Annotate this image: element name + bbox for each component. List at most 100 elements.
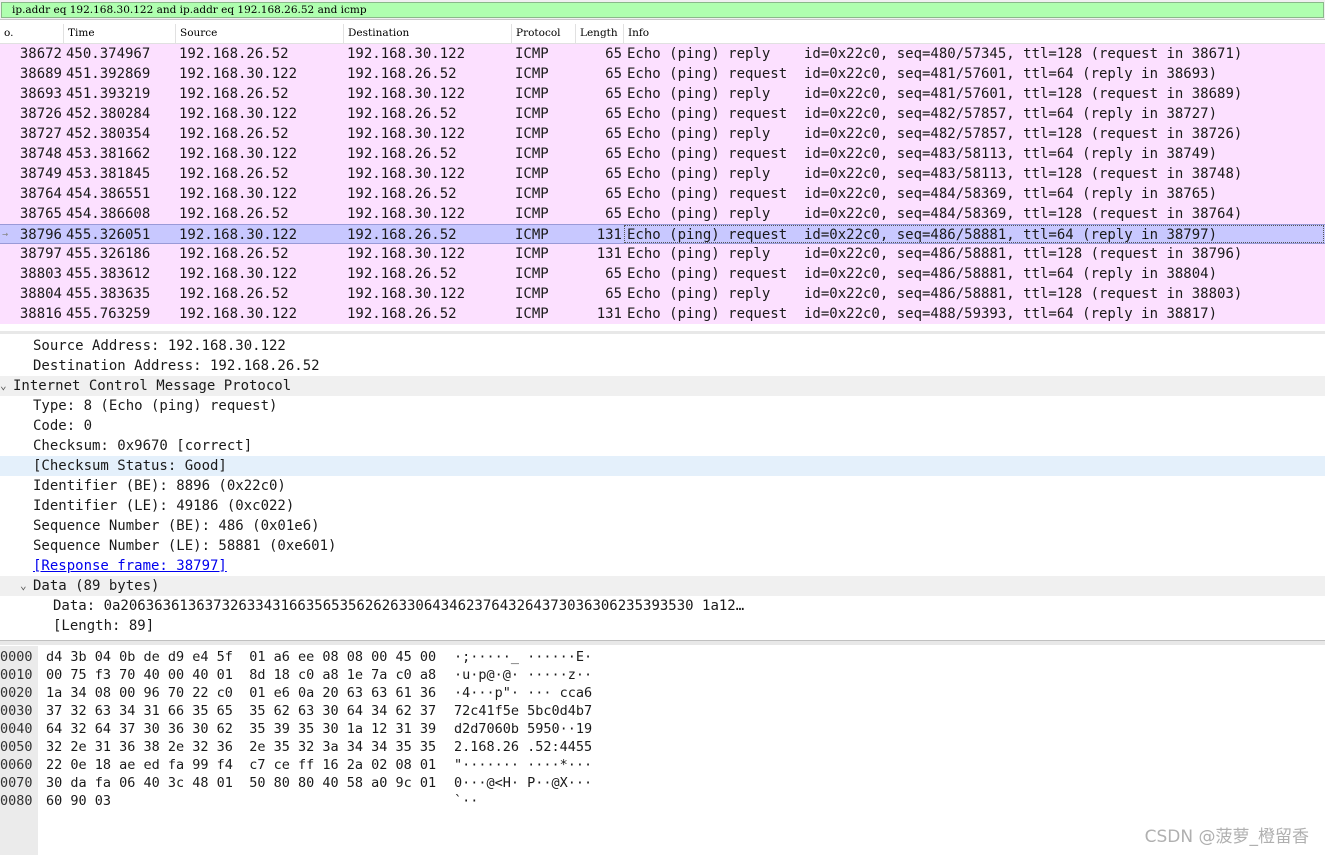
detail-tree-item[interactable]: Checksum: 0x9670 [correct] xyxy=(0,436,1325,456)
detail-tree-item[interactable]: Identifier (BE): 8896 (0x22c0) xyxy=(0,476,1325,496)
cell-destination: 192.168.26.52 xyxy=(347,66,457,82)
cell-time: 451.392869 xyxy=(66,66,151,82)
packet-row[interactable]: 38797 455.326186 192.168.26.52 192.168.30.1… xyxy=(0,244,1325,264)
hex-bytes[interactable]: d4 3b 04 0b de d9 e4 5f 01 a6 ee 08 08 0… xyxy=(46,648,436,666)
cell-source: 192.168.26.52 xyxy=(179,86,289,102)
expand-chevron-icon[interactable]: ⌄ xyxy=(0,376,7,396)
detail-tree-item[interactable]: [Checksum Status: Good] xyxy=(0,456,1325,476)
packet-row[interactable]: 38816 455.763259 192.168.30.122 192.168.26.… xyxy=(0,304,1325,324)
detail-tree-item[interactable]: Sequence Number (BE): 486 (0x01e6) xyxy=(0,516,1325,536)
ascii-bytes[interactable]: 0···@<H· P··@X··· xyxy=(454,774,592,792)
ascii-bytes[interactable]: `·· xyxy=(454,792,478,810)
cell-source: 192.168.26.52 xyxy=(179,46,289,62)
cell-time: 454.386608 xyxy=(66,206,151,222)
detail-tree-item[interactable]: ⌄ Internet Control Message Protocol xyxy=(0,376,1325,396)
column-header-info[interactable]: Info xyxy=(624,24,1325,43)
packet-row-selected[interactable]: → 38796 455.326051 192.168.30.122 192.168.26… xyxy=(0,224,1325,244)
hex-bytes[interactable]: 32 2e 31 36 38 2e 32 36 2e 35 32 3a 34 3… xyxy=(46,738,436,756)
packet-row[interactable]: 38727 452.380354 192.168.26.52 192.168.30.1… xyxy=(0,124,1325,144)
packet-row[interactable]: 38764 454.386551 192.168.30.122 192.168.26.… xyxy=(0,184,1325,204)
cell-protocol: ICMP xyxy=(515,186,549,202)
packet-row[interactable]: 38803 455.383612 192.168.30.122 192.168.26.… xyxy=(0,264,1325,284)
cell-info: Echo (ping) request id=0x22c0, seq=482/5… xyxy=(627,106,1218,122)
pane-splitter[interactable] xyxy=(0,640,1325,645)
detail-text: [Checksum Status: Good] xyxy=(33,458,227,474)
packet-row[interactable]: 38689 451.392869 192.168.30.122 192.168.26.… xyxy=(0,64,1325,84)
column-header-source[interactable]: Source xyxy=(176,24,344,43)
hex-bytes[interactable]: 37 32 63 34 31 66 35 65 35 62 63 30 64 3… xyxy=(46,702,436,720)
cell-protocol: ICMP xyxy=(515,306,549,322)
detail-tree-item[interactable]: Type: 8 (Echo (ping) request) xyxy=(0,396,1325,416)
detail-text: Checksum: 0x9670 [correct] xyxy=(33,438,253,454)
pane-splitter[interactable] xyxy=(0,331,1325,334)
detail-tree-item[interactable]: Identifier (LE): 49186 (0xc022) xyxy=(0,496,1325,516)
packet-row[interactable]: 38726 452.380284 192.168.30.122 192.168.26.… xyxy=(0,104,1325,124)
packet-details-pane[interactable]: Source Address: 192.168.30.122 Destinatio… xyxy=(0,336,1325,640)
cell-protocol: ICMP xyxy=(515,46,549,62)
cell-source: 192.168.26.52 xyxy=(179,166,289,182)
hex-bytes[interactable]: 30 da fa 06 40 3c 48 01 50 80 80 40 58 a… xyxy=(46,774,436,792)
display-filter-input[interactable]: ip.addr eq 192.168.30.122 and ip.addr eq… xyxy=(1,2,1324,18)
detail-tree-item[interactable]: [Length: 89] xyxy=(0,616,1325,636)
packet-row[interactable]: 38765 454.386608 192.168.26.52 192.168.30.1… xyxy=(0,204,1325,224)
cell-info: Echo (ping) request id=0x22c0, seq=481/5… xyxy=(627,66,1218,82)
hex-bytes[interactable]: 00 75 f3 70 40 00 40 01 8d 18 c0 a8 1e 7… xyxy=(46,666,436,684)
cell-protocol: ICMP xyxy=(515,227,549,243)
hex-bytes[interactable]: 1a 34 08 00 96 70 22 c0 01 e6 0a 20 63 6… xyxy=(46,684,436,702)
packet-list-pane[interactable]: o. Time Source Destination Protocol Leng… xyxy=(0,24,1325,330)
detail-tree-item[interactable]: Source Address: 192.168.30.122 xyxy=(0,336,1325,356)
hex-bytes[interactable]: 22 0e 18 ae ed fa 99 f4 c7 ce ff 16 2a 0… xyxy=(46,756,436,774)
ascii-bytes[interactable]: ·u·p@·@· ·····z·· xyxy=(454,666,592,684)
cell-time: 451.393219 xyxy=(66,86,151,102)
cell-time: 453.381845 xyxy=(66,166,151,182)
detail-tree-item[interactable]: Code: 0 xyxy=(0,416,1325,436)
cell-protocol: ICMP xyxy=(515,286,549,302)
cell-destination: 192.168.26.52 xyxy=(347,227,457,243)
cell-destination: 192.168.30.122 xyxy=(347,286,466,302)
column-header-length[interactable]: Length xyxy=(576,24,624,43)
cell-destination: 192.168.30.122 xyxy=(347,126,466,142)
detail-tree-item[interactable]: Sequence Number (LE): 58881 (0xe601) xyxy=(0,536,1325,556)
cell-length: 65 xyxy=(605,146,622,162)
column-header-destination[interactable]: Destination xyxy=(344,24,512,43)
ascii-bytes[interactable]: d2d7060b 5950··19 xyxy=(454,720,592,738)
detail-text: Data: 0a20636361363732633431663565356262… xyxy=(53,598,745,614)
detail-text: Sequence Number (LE): 58881 (0xe601) xyxy=(33,538,337,554)
detail-text: Source Address: 192.168.30.122 xyxy=(33,338,286,354)
packet-row[interactable]: 38749 453.381845 192.168.26.52 192.168.30.1… xyxy=(0,164,1325,184)
packet-row[interactable]: 38748 453.381662 192.168.30.122 192.168.26.… xyxy=(0,144,1325,164)
byte-offset: 0080 xyxy=(0,793,33,809)
cell-destination: 192.168.30.122 xyxy=(347,86,466,102)
detail-tree-item[interactable]: Destination Address: 192.168.26.52 xyxy=(0,356,1325,376)
hex-bytes[interactable]: 60 90 03 xyxy=(46,792,111,810)
detail-text: Identifier (LE): 49186 (0xc022) xyxy=(33,498,295,514)
ascii-bytes[interactable]: 2.168.26 .52:4455 xyxy=(454,738,592,756)
ascii-bytes[interactable]: "······· ····*··· xyxy=(454,756,592,774)
cell-no: 38765 xyxy=(19,206,62,222)
cell-time: 450.374967 xyxy=(66,46,151,62)
packet-row[interactable]: 38804 455.383635 192.168.26.52 192.168.30.1… xyxy=(0,284,1325,304)
cell-destination: 192.168.26.52 xyxy=(347,186,457,202)
expand-chevron-icon[interactable]: ⌄ xyxy=(20,576,27,596)
byte-offset: 0030 xyxy=(0,703,33,719)
column-header-no[interactable]: o. xyxy=(0,24,64,43)
detail-text: Internet Control Message Protocol xyxy=(13,378,292,394)
cell-source: 192.168.30.122 xyxy=(179,146,298,162)
detail-tree-item[interactable]: ⌄ Data (89 bytes) xyxy=(0,576,1325,596)
packet-row[interactable]: 38672 450.374967 192.168.26.52 192.168.30.1… xyxy=(0,44,1325,64)
cell-time: 455.326186 xyxy=(66,246,151,262)
ascii-bytes[interactable]: 72c41f5e 5bc0d4b7 xyxy=(454,702,592,720)
cell-no: 38689 xyxy=(19,66,62,82)
detail-tree-item[interactable]: Data: 0a20636361363732633431663565356262… xyxy=(0,596,1325,616)
ascii-bytes[interactable]: ·4···p"· ··· cca6 xyxy=(454,684,592,702)
byte-offset: 0070 xyxy=(0,775,33,791)
column-header-protocol[interactable]: Protocol xyxy=(512,24,576,43)
ascii-bytes[interactable]: ·;·····_ ······E· xyxy=(454,648,592,666)
packet-bytes-pane[interactable]: 0000 d4 3b 04 0b de d9 e4 5f 01 a6 ee 08 … xyxy=(0,646,1325,855)
hex-bytes[interactable]: 64 32 64 37 30 36 30 62 35 39 35 30 1a 1… xyxy=(46,720,436,738)
cell-source: 192.168.30.122 xyxy=(179,306,298,322)
response-frame-link[interactable]: [Response frame: 38797] xyxy=(0,556,1325,576)
packet-row[interactable]: 38693 451.393219 192.168.26.52 192.168.30.1… xyxy=(0,84,1325,104)
byte-offset: 0020 xyxy=(0,685,33,701)
column-header-time[interactable]: Time xyxy=(64,24,176,43)
